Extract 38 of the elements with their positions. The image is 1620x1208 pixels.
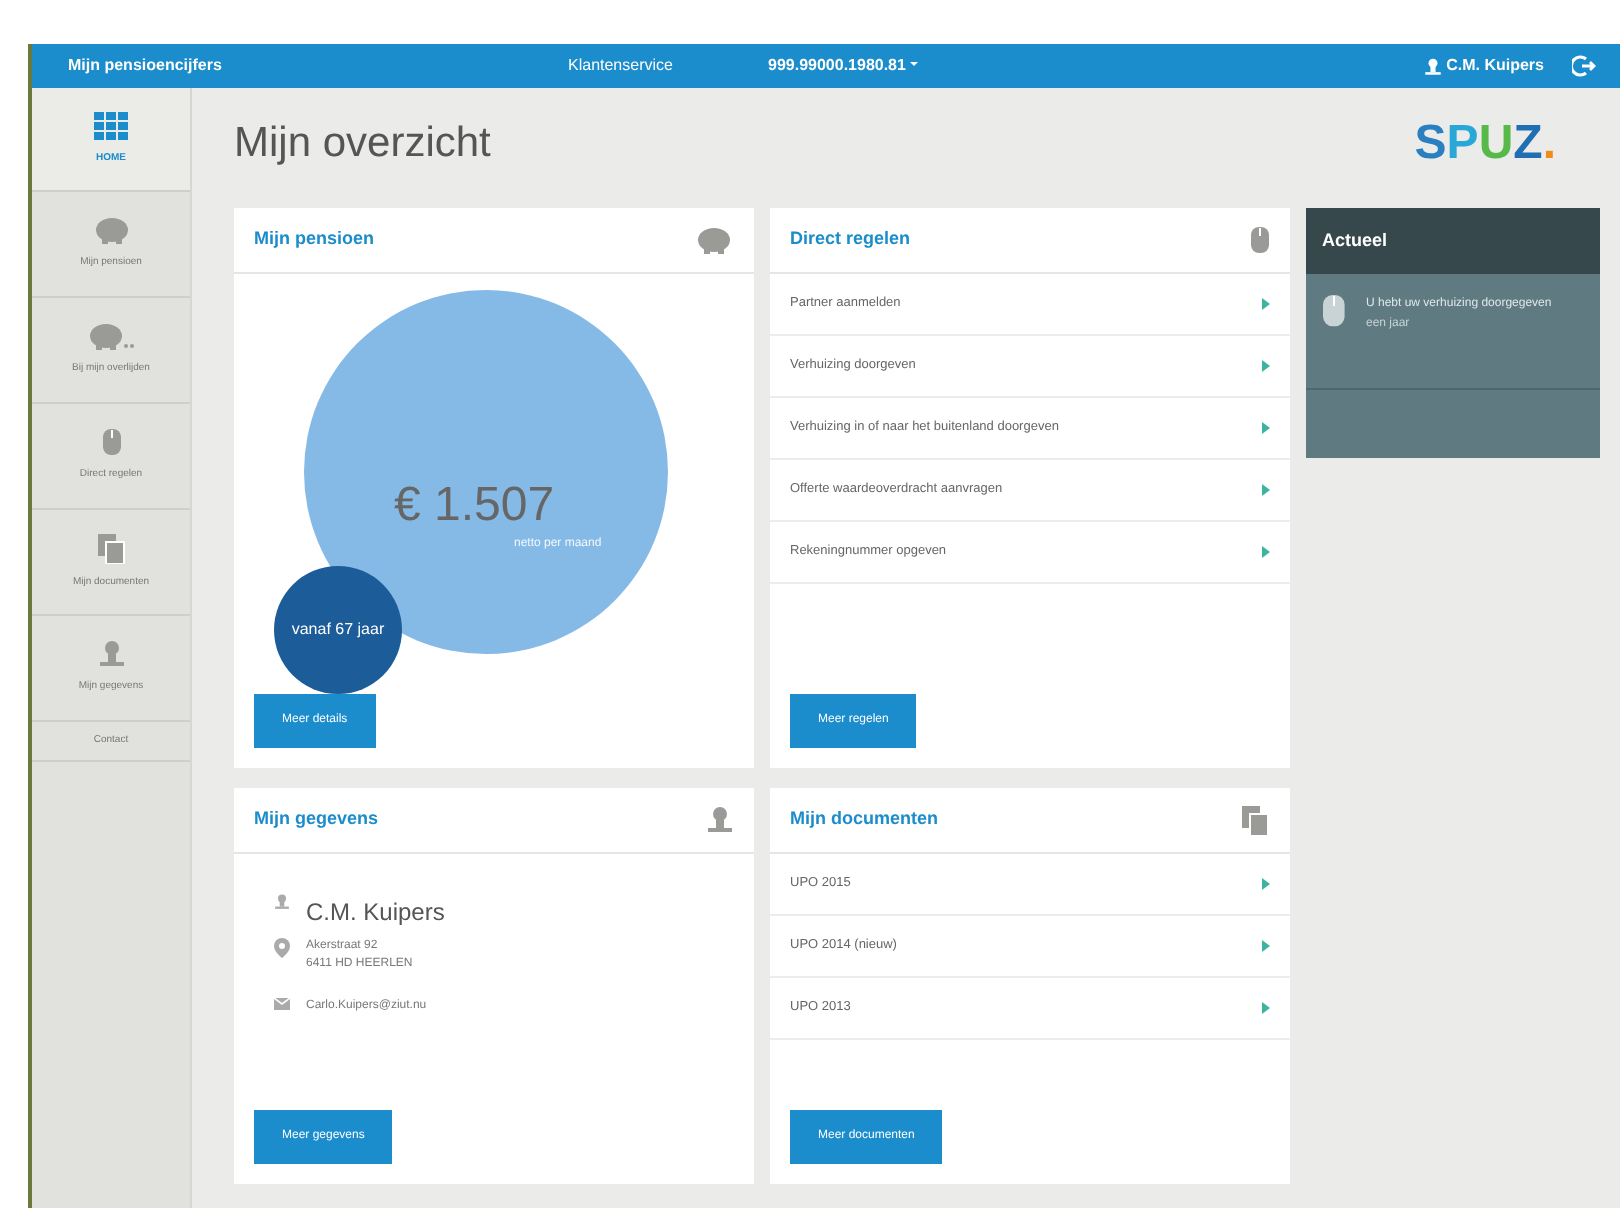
chevron-icon [1262, 484, 1270, 496]
app-title-link[interactable]: Mijn pensioencijfers [68, 54, 568, 78]
account-dropdown[interactable]: 999.99000.1980.81 [768, 54, 918, 78]
person-icon [274, 894, 290, 910]
chevron-icon [1262, 1002, 1270, 1014]
nav-link[interactable]: Klantenservice [568, 54, 768, 78]
pension-amount: € 1.507 [394, 482, 555, 530]
logout-icon[interactable] [1572, 54, 1596, 78]
person-icon [1424, 57, 1443, 75]
page-title: Mijn overzicht [234, 118, 491, 170]
person-name: C.M. Kuipers [306, 896, 445, 930]
person-icon [706, 806, 734, 834]
card-title: Mijn gegevens [254, 806, 379, 833]
location-pin-icon [274, 938, 290, 958]
documents-icon [1242, 805, 1270, 835]
chevron-icon [1262, 546, 1270, 558]
person-icon [97, 640, 125, 669]
user-menu-link[interactable]: C.M. Kuipers [1424, 54, 1544, 78]
mouse-icon [101, 428, 121, 457]
card-title: Mijn documenten [790, 806, 938, 833]
age-bubble: vanaf 67 jaar [274, 566, 402, 694]
piggy-bank-icon [694, 226, 734, 254]
grid-icon [94, 111, 128, 140]
piggy-bank-icon [85, 322, 137, 351]
chevron-icon [1262, 878, 1270, 890]
chevron-icon [1262, 422, 1270, 434]
piggy-bank-icon [91, 216, 131, 245]
mouse-icon [1322, 294, 1346, 328]
logo: SPUZ. [1414, 120, 1556, 168]
envelope-icon [274, 998, 290, 1010]
panel-title: Actueel [1306, 208, 1600, 274]
chevron-icon [1262, 298, 1270, 310]
card-title: Direct regelen [790, 226, 911, 253]
card-title: Mijn pensioen [254, 226, 375, 253]
documents-icon [97, 533, 125, 564]
mouse-icon [1250, 226, 1270, 254]
chevron-icon [1262, 360, 1270, 372]
chevron-icon [1262, 940, 1270, 952]
